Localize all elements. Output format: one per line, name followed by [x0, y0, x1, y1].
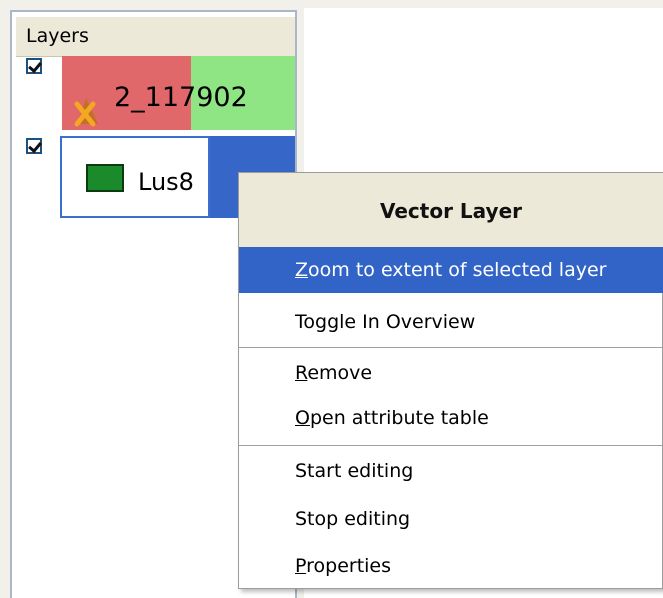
layer-visibility-checkbox-2[interactable] — [26, 138, 42, 154]
layers-title: Layers — [26, 25, 89, 47]
layer-color-swatch — [86, 164, 124, 192]
menu-item-start-editing[interactable]: Start editing — [239, 448, 663, 494]
context-menu-title: Vector Layer — [239, 173, 663, 247]
layer-visibility-checkbox-1[interactable] — [26, 58, 42, 74]
menu-item-properties[interactable]: Properties — [239, 543, 663, 589]
layers-header: Layers — [16, 17, 295, 57]
layer-name: Lus8 — [138, 168, 194, 196]
menu-item-toggle-in-overview[interactable]: Toggle In Overview — [239, 299, 663, 345]
layer-name: 2_117902 — [114, 82, 248, 113]
context-menu: Vector Layer Zoom to extent of selected … — [238, 172, 663, 589]
menu-separator — [239, 347, 663, 348]
context-menu-title-text: Vector Layer — [379, 199, 523, 223]
menu-item-open-attribute-table[interactable]: Open attribute table — [239, 395, 663, 441]
menu-separator — [239, 445, 663, 446]
menu-item-remove[interactable]: Remove — [239, 350, 663, 396]
menu-item-stop-editing[interactable]: Stop editing — [239, 496, 663, 542]
layer-label-box: Lus8 — [60, 136, 210, 218]
menu-item-zoom-to-extent[interactable]: Zoom to extent of selected layer — [239, 247, 663, 293]
map-top-border — [304, 0, 663, 8]
warning-x-icon — [74, 98, 98, 127]
layer-item-2_117902[interactable]: 2_117902 — [62, 56, 295, 130]
